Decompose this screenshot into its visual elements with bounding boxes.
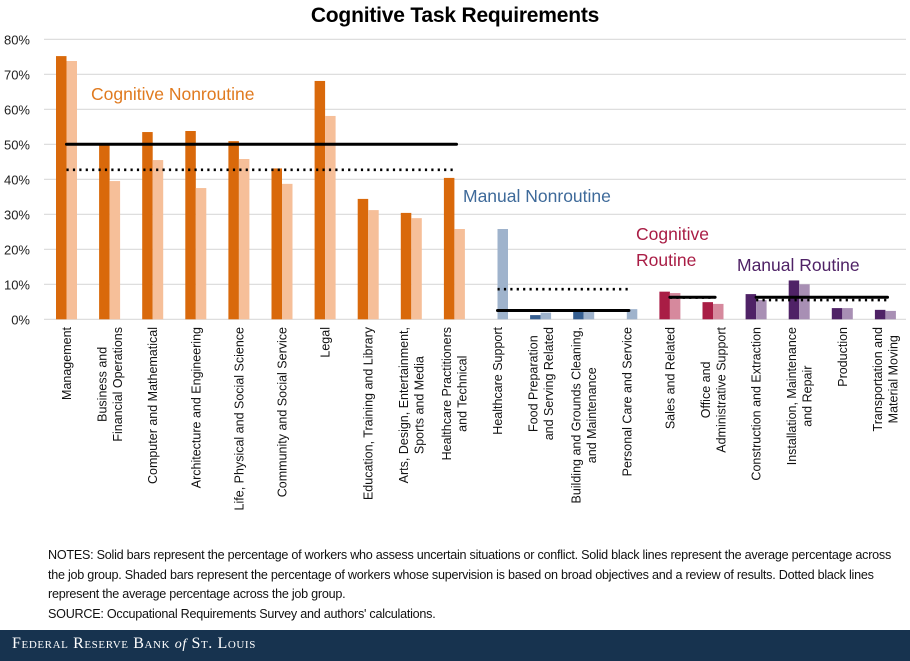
x-tick-label: Management [60,326,74,399]
bar-solid [702,302,713,320]
bar-solid [659,291,670,320]
y-tick-label: 30% [4,207,30,222]
source-text: SOURCE: Occupational Requirements Survey… [48,606,436,621]
bar-shaded [325,115,336,320]
bar-shaded [152,160,164,320]
bar-solid [314,80,326,320]
x-tick-label: Food Preparation [526,335,540,432]
bar-solid [831,308,843,320]
x-tick-label: Healthcare Support [491,326,505,434]
x-tick-label: Construction and Extraction [750,327,764,481]
x-tick-label: Healthcare Practitioners [440,327,454,460]
bar-shaded [411,218,422,320]
x-tick-label: Community and Social Service [276,327,290,497]
bar-solid [185,131,196,320]
x-axis-labels: Management Business and Financial Operatio… [60,326,901,510]
group-label: Cognitive Nonroutine [91,84,254,104]
y-tick-label: 0% [11,312,30,327]
x-tick-label: Sports and Media [413,356,427,454]
x-tick-label: Education, Training and Library [362,326,376,500]
x-tick-label: and Maintenance [585,367,599,463]
x-tick-label: and Serving Related [542,327,556,440]
bar-shaded [497,229,508,320]
x-tick-label: Business and [95,347,109,422]
bar-solid [357,198,369,320]
x-tick-label: Architecture and Engineering [189,327,203,488]
y-tick-label: 80% [4,32,30,47]
brand-name-of: of [174,637,187,652]
x-tick-label: Installation, Maintenance [785,327,799,465]
x-tick-label: Arts, Design, Entertainment, [397,327,411,483]
x-tick-label: Financial Operations [111,327,125,442]
x-tick-label: Computer and Mathematical [146,327,160,484]
group-label: Manual Nonroutine [463,186,611,206]
bar-shaded [713,303,724,320]
bar-shaded [368,210,379,320]
y-axis-ticks: 0% 10% 20% 30% 40% 50% 60% 70% 80% [4,32,30,327]
bar-solid [228,141,239,320]
bar-shaded [238,159,250,320]
y-tick-label: 40% [4,172,30,187]
bar-solid [99,145,110,320]
chart-notes: NOTES: Solid bars represent the percenta… [48,546,898,624]
group-label: Routine [636,250,696,270]
bar-shaded [540,312,552,320]
y-tick-label: 10% [4,277,30,292]
brand-logo[interactable]: Federal Reserve Bank of St. Louis [12,635,256,653]
x-tick-label: Transportation and [871,327,885,432]
bar-shaded [66,61,77,320]
bar-solid [400,212,412,320]
bar-shaded [195,188,207,320]
x-tick-label: Life, Physical and Social Science [232,327,246,510]
bar-shaded [454,229,465,320]
y-tick-label: 70% [4,67,30,82]
brand-name-part1: Federal Reserve Bank [12,635,171,652]
bar-shaded [842,308,853,320]
bar-solid [56,56,67,320]
chart: 0% 10% 20% 30% 40% 50% 60% 70% 80% Cognitive Non… [4,32,906,510]
bar-solid [530,315,541,320]
bar-shaded [799,284,810,320]
bar-solid [142,132,153,320]
x-tick-label: and Technical [456,356,470,432]
x-tick-label: Personal Care and Service [620,327,634,476]
y-tick-label: 60% [4,102,30,117]
y-tick-label: 20% [4,242,30,257]
x-tick-label: Material Moving [887,335,901,423]
y-tick-label: 50% [4,137,30,152]
bar-shaded [885,310,896,320]
x-tick-label: Production [836,327,850,387]
gridlines [44,38,906,320]
x-tick-label: and Repair [800,366,814,427]
bar-solid [874,309,886,320]
x-tick-label: Legal [319,327,333,358]
x-tick-label: Office and [699,361,713,418]
bar-shaded [109,181,121,320]
bar-shaded [282,183,293,320]
group-label: Cognitive [636,224,709,244]
group-label: Manual Routine [737,255,860,275]
bar-solid [271,168,282,320]
bar-solid [443,177,455,320]
x-tick-label: Administrative Support [714,326,728,452]
brand-name-part2: St. Louis [191,635,256,652]
bar-solid [745,294,757,320]
x-tick-label: Sales and Related [663,327,677,429]
notes-text: NOTES: Solid bars represent the percenta… [48,548,892,601]
bar-shaded [756,300,767,320]
footer-band: Federal Reserve Bank of St. Louis [0,630,910,661]
x-tick-label: Building and Grounds Cleaning, [569,327,583,504]
